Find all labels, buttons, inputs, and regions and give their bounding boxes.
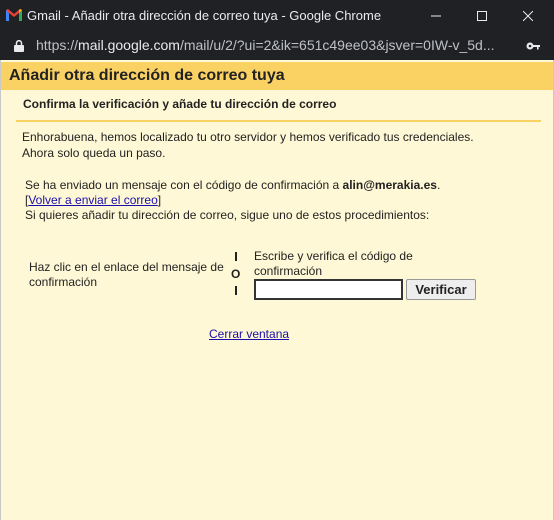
sent-message-line: Se ha enviado un mensaje con el código d… <box>25 178 440 193</box>
divider <box>16 120 541 122</box>
minimize-icon <box>431 15 441 17</box>
verify-button[interactable]: Verificar <box>406 279 476 300</box>
intro-line-2: Ahora solo queda un paso. <box>22 146 166 160</box>
confirmation-code-input[interactable] <box>254 279 403 300</box>
close-window-link[interactable]: Cerrar ventana <box>209 327 289 341</box>
intro-line-1: Enhorabuena, hemos localizado tu otro se… <box>22 130 474 144</box>
resend-bracket-close: ] <box>157 193 162 207</box>
procedure-text: Si quieres añadir tu dirección de correo… <box>25 208 430 222</box>
sent-text: Se ha enviado un mensaje con el código d… <box>25 178 343 192</box>
dialog-page: Añadir otra dirección de correo tuya Con… <box>0 60 554 520</box>
key-icon[interactable] <box>526 41 540 51</box>
close-window-button[interactable] <box>505 0 551 32</box>
resend-line: [Volver a enviar el correo] <box>25 193 161 208</box>
option-enter-code: Escribe y verifica el código de confirma… <box>254 249 413 278</box>
maximize-icon <box>477 11 487 21</box>
sent-end: . <box>436 178 441 192</box>
separator-bar-bottom <box>235 286 237 295</box>
url-host: mail.google.com <box>78 37 180 53</box>
close-icon <box>523 11 533 21</box>
separator-bar-top <box>235 252 237 261</box>
dialog-subtitle: Confirma la verificación y añade tu dire… <box>23 97 337 111</box>
address-bar[interactable]: https://mail.google.com/mail/u/2/?ui=2&i… <box>0 32 554 60</box>
minimize-button[interactable] <box>413 0 459 32</box>
window-title: Gmail - Añadir otra dirección de correo … <box>27 8 382 23</box>
resend-email-link[interactable]: Volver a enviar el correo <box>28 193 157 207</box>
url-scheme: https:// <box>36 37 79 53</box>
url-path: /mail/u/2/?ui=2&ik=651c49ee03&jsver=0IW-… <box>179 37 495 53</box>
gmail-logo-icon <box>6 9 22 21</box>
url-text[interactable]: https://mail.google.com/mail/u/2/?ui=2&i… <box>36 37 514 53</box>
window-titlebar: Gmail - Añadir otra dirección de correo … <box>0 0 554 32</box>
separator-label: O <box>231 267 241 281</box>
lock-icon[interactable] <box>14 40 24 52</box>
option-separator: O <box>229 252 243 298</box>
dialog-header: Añadir otra dirección de correo tuya <box>1 62 553 90</box>
dialog-title: Añadir otra dirección de correo tuya <box>9 67 285 84</box>
maximize-button[interactable] <box>459 0 505 32</box>
option-click-link: Haz clic en el enlace del mensaje de con… <box>29 260 224 289</box>
email-address: alin@merakia.es <box>342 178 437 192</box>
